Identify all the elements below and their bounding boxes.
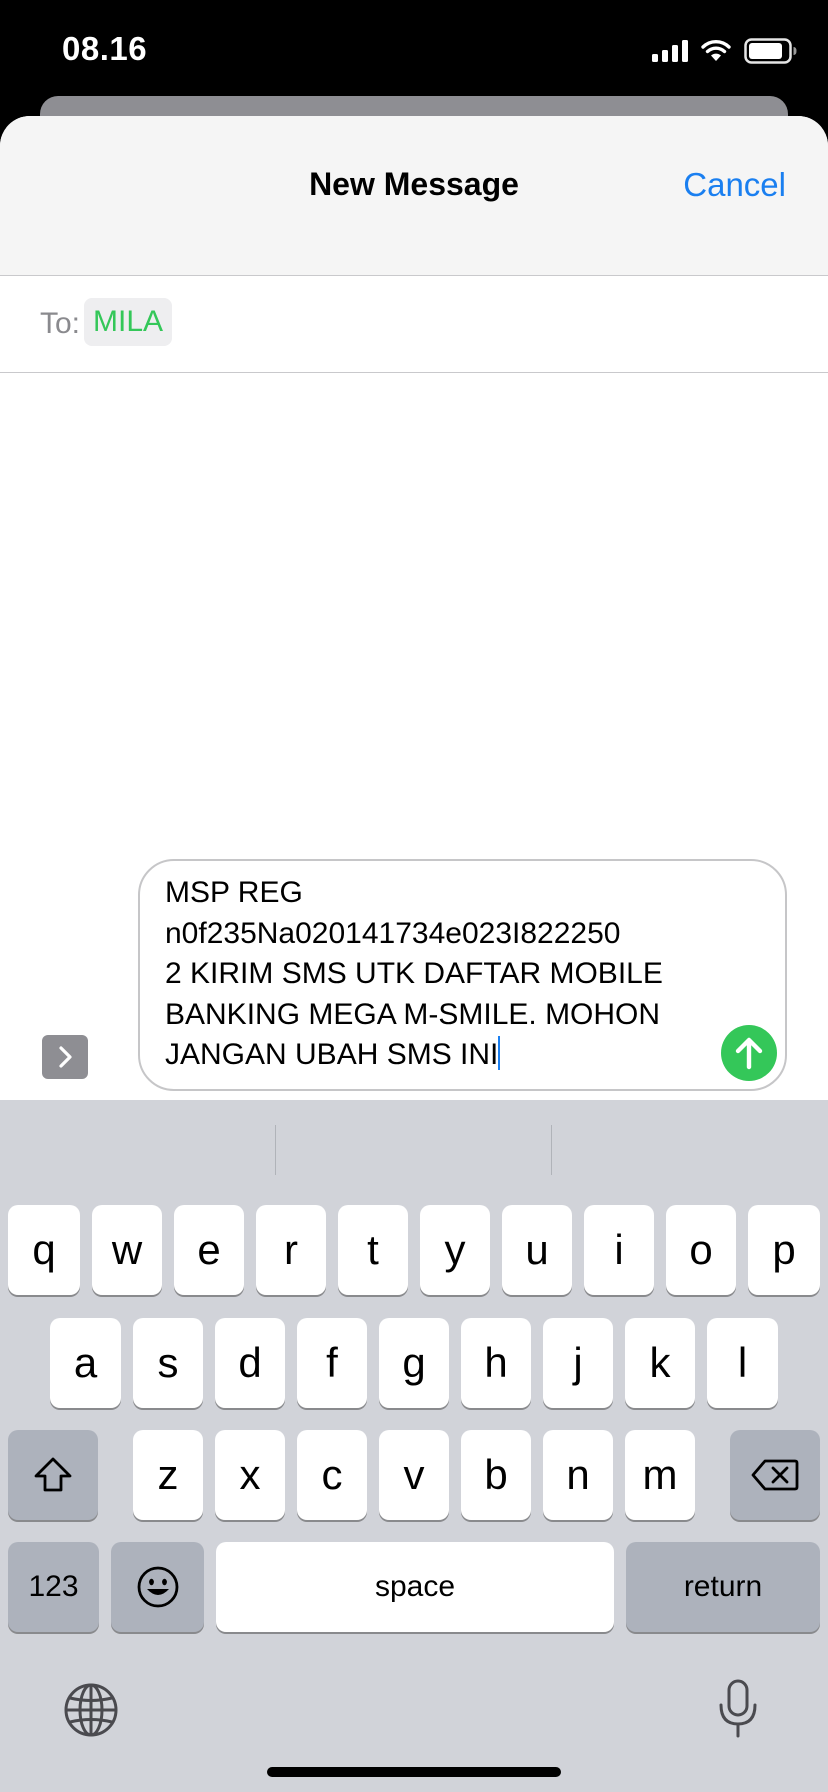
key-h[interactable]: h (461, 1318, 531, 1408)
key-n[interactable]: n (543, 1430, 613, 1520)
key-a[interactable]: a (50, 1318, 121, 1408)
to-label: To: (40, 307, 81, 340)
return-key[interactable]: return (626, 1542, 820, 1632)
key-x[interactable]: x (215, 1430, 285, 1520)
home-indicator[interactable] (267, 1767, 561, 1777)
key-q[interactable]: q (8, 1205, 80, 1295)
key-e[interactable]: e (174, 1205, 244, 1295)
battery-icon (744, 38, 797, 64)
cellular-signal-icon (652, 40, 688, 62)
key-c[interactable]: c (297, 1430, 367, 1520)
key-j[interactable]: j (543, 1318, 613, 1408)
send-button[interactable] (721, 1025, 777, 1081)
message-text: MSP REG n0f235Na020141734e023I822250 2 K… (165, 876, 663, 1071)
expand-apps-button[interactable] (42, 1035, 88, 1079)
key-s[interactable]: s (133, 1318, 203, 1408)
text-cursor (498, 1036, 501, 1070)
key-z[interactable]: z (133, 1430, 203, 1520)
key-f[interactable]: f (297, 1318, 367, 1408)
key-d[interactable]: d (215, 1318, 285, 1408)
key-i[interactable]: i (584, 1205, 654, 1295)
emoji-key[interactable] (111, 1542, 204, 1632)
shift-key[interactable] (8, 1430, 98, 1520)
microphone-icon[interactable] (716, 1678, 760, 1740)
status-time: 08.16 (62, 30, 148, 67)
shift-icon (34, 1457, 72, 1492)
cancel-button[interactable]: Cancel (683, 166, 786, 204)
suggestion-divider (551, 1125, 552, 1175)
key-r[interactable]: r (256, 1205, 326, 1295)
key-p[interactable]: p (748, 1205, 820, 1295)
emoji-icon (137, 1566, 178, 1608)
recipient-chip[interactable]: MILA (84, 298, 173, 346)
backspace-icon (751, 1459, 799, 1491)
suggestion-divider (275, 1125, 276, 1175)
chevron-right-icon (59, 1046, 72, 1068)
key-u[interactable]: u (502, 1205, 572, 1295)
key-y[interactable]: y (420, 1205, 490, 1295)
key-t[interactable]: t (338, 1205, 408, 1295)
key-w[interactable]: w (92, 1205, 162, 1295)
keyboard: q w e r t y u i o p a s d f g h j k l z … (0, 1100, 828, 1792)
key-o[interactable]: o (666, 1205, 736, 1295)
status-bar: 08.16 (0, 0, 828, 100)
navigation-bar: New Message Cancel (0, 116, 828, 276)
key-l[interactable]: l (707, 1318, 778, 1408)
predictive-bar (0, 1100, 828, 1190)
arrow-up-icon (735, 1037, 763, 1070)
message-input[interactable]: MSP REG n0f235Na020141734e023I822250 2 K… (138, 859, 787, 1091)
key-v[interactable]: v (379, 1430, 449, 1520)
space-key[interactable]: space (216, 1542, 614, 1632)
delete-key[interactable] (730, 1430, 820, 1520)
numbers-key[interactable]: 123 (8, 1542, 99, 1632)
key-k[interactable]: k (625, 1318, 695, 1408)
recipient-field[interactable]: To: MILA (0, 276, 828, 373)
wifi-icon (701, 40, 731, 61)
key-g[interactable]: g (379, 1318, 449, 1408)
status-icons (652, 36, 798, 66)
globe-icon[interactable] (62, 1681, 120, 1739)
key-m[interactable]: m (625, 1430, 695, 1520)
key-b[interactable]: b (461, 1430, 531, 1520)
